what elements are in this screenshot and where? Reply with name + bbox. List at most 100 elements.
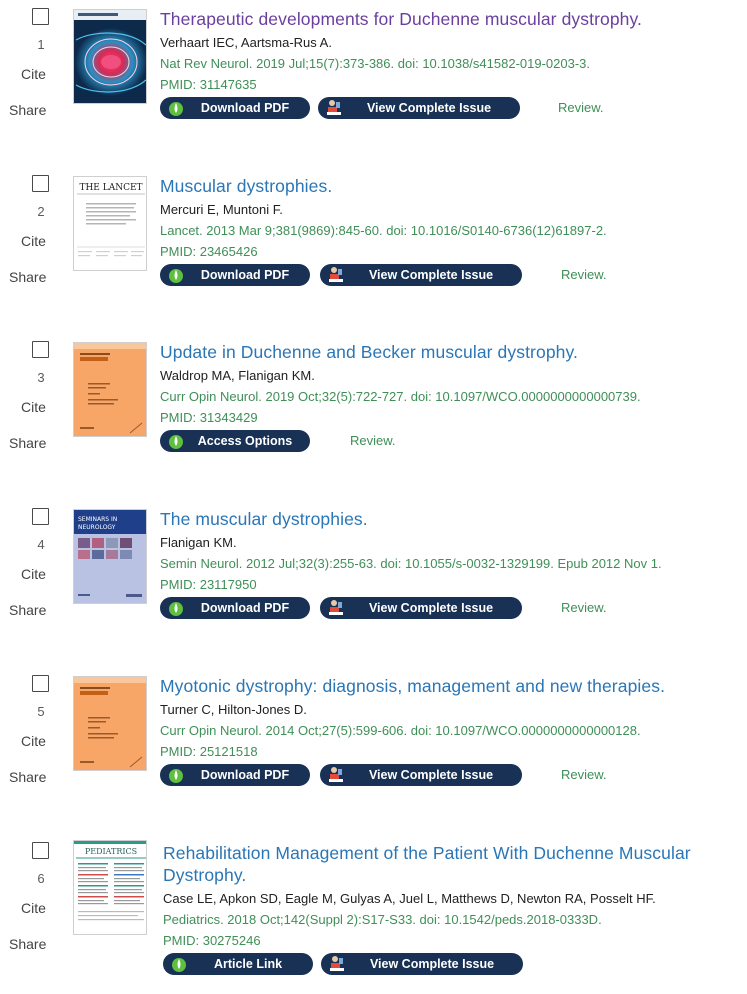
view-complete-issue-button[interactable]: View Complete Issue	[321, 953, 523, 975]
result-controls: 2 Cite Share	[0, 167, 60, 327]
result-actions: Article Link View Complete Issue	[163, 953, 747, 975]
select-result-checkbox[interactable]	[32, 341, 49, 358]
result-authors: Verhaart IEC, Aartsma-Rus A.	[160, 35, 332, 50]
cite-button[interactable]: Cite	[21, 66, 46, 83]
svg-text:SEMINARS IN: SEMINARS IN	[78, 516, 117, 523]
cite-button[interactable]: Cite	[21, 900, 46, 917]
result-controls: 4 Cite Share	[0, 500, 60, 660]
access-options-button[interactable]: Access Options	[160, 430, 310, 452]
download-pdf-button[interactable]: Download PDF	[160, 97, 310, 119]
select-result-checkbox[interactable]	[32, 8, 49, 25]
select-result-checkbox[interactable]	[32, 508, 49, 525]
button-label: Download PDF	[200, 601, 290, 615]
publication-type: Review.	[350, 433, 396, 448]
journal-cover-thumbnail[interactable]	[73, 676, 147, 771]
button-label: Download PDF	[200, 101, 290, 115]
search-results-list: 1 Cite Share Therapeutic developments fo…	[0, 0, 747, 991]
result-authors: Waldrop MA, Flanigan KM.	[160, 368, 315, 383]
share-button[interactable]: Share	[9, 435, 46, 452]
share-button[interactable]: Share	[9, 602, 46, 619]
result-pmid: PMID: 30275246	[163, 933, 261, 948]
result-pmid: PMID: 25121518	[160, 744, 258, 759]
title-line-2: Dystrophy.	[163, 865, 247, 885]
result-authors: Case LE, Apkon SD, Eagle M, Gulyas A, Ju…	[163, 891, 656, 906]
result-number: 5	[37, 704, 45, 719]
article-link-button[interactable]: Article Link	[163, 953, 313, 975]
result-authors: Mercuri E, Muntoni F.	[160, 202, 283, 217]
cite-button[interactable]: Cite	[21, 233, 46, 250]
share-button[interactable]: Share	[9, 102, 46, 119]
download-pdf-button[interactable]: Download PDF	[160, 597, 310, 619]
journal-cover-thumbnail[interactable]	[73, 342, 147, 437]
download-pdf-button[interactable]: Download PDF	[160, 264, 310, 286]
result-number: 4	[37, 537, 45, 552]
result-controls: 5 Cite Share	[0, 667, 60, 827]
button-label: View Complete Issue	[366, 101, 492, 115]
share-button[interactable]: Share	[9, 769, 46, 786]
seminars-neurology-cover-icon: SEMINARS IN NEUROLOGY	[74, 510, 146, 603]
result-pmid: PMID: 23117950	[160, 577, 257, 592]
button-label: Article Link	[213, 957, 283, 971]
result-content: Muscular dystrophies. Mercuri E, Muntoni…	[160, 175, 745, 286]
view-complete-issue-button[interactable]: View Complete Issue	[320, 264, 522, 286]
result-authors: Flanigan KM.	[160, 535, 237, 550]
download-pdf-button[interactable]: Download PDF	[160, 764, 310, 786]
result-title-link[interactable]: Update in Duchenne and Becker muscular d…	[160, 341, 745, 363]
result-title-link[interactable]: Therapeutic developments for Duchenne mu…	[160, 8, 745, 30]
result-content: The muscular dystrophies. Flanigan KM. S…	[160, 508, 745, 619]
button-label: View Complete Issue	[368, 601, 494, 615]
journal-cover-thumbnail[interactable]: PEDIATRICS	[73, 840, 147, 935]
result-actions: Download PDF View Complete Issue Review.	[160, 97, 745, 119]
result-number: 3	[37, 370, 45, 385]
result-title-link[interactable]: The muscular dystrophies.	[160, 508, 745, 530]
publication-type: Review.	[558, 100, 604, 115]
publication-type: Review.	[561, 600, 607, 615]
result-content: Rehabilitation Management of the Patient…	[163, 842, 747, 975]
svg-text:PEDIATRICS: PEDIATRICS	[85, 847, 137, 856]
result-citation: Curr Opin Neurol. 2019 Oct;32(5):722-727…	[160, 389, 641, 404]
result-actions: Download PDF View Complete Issue Review.	[160, 264, 745, 286]
cite-button[interactable]: Cite	[21, 733, 46, 750]
result-title-link[interactable]: Myotonic dystrophy: diagnosis, managemen…	[160, 675, 745, 697]
nature-reviews-cover-icon	[74, 10, 146, 103]
view-complete-issue-button[interactable]: View Complete Issue	[320, 764, 522, 786]
share-button[interactable]: Share	[9, 269, 46, 286]
result-citation: Nat Rev Neurol. 2019 Jul;15(7):373-386. …	[160, 56, 591, 71]
result-authors: Turner C, Hilton-Jones D.	[160, 702, 307, 717]
button-label: View Complete Issue	[368, 768, 494, 782]
share-button[interactable]: Share	[9, 936, 46, 953]
result-actions: Download PDF View Complete Issue Review.	[160, 597, 745, 619]
button-label: Access Options	[197, 434, 293, 448]
current-opinion-cover-icon	[74, 677, 146, 770]
publication-type: Review.	[561, 767, 607, 782]
cite-button[interactable]: Cite	[21, 399, 46, 416]
journal-cover-thumbnail[interactable]: THE LANCET	[73, 176, 147, 271]
result-citation: Pediatrics. 2018 Oct;142(Suppl 2):S17-S3…	[163, 912, 602, 927]
title-line-1: Rehabilitation Management of the Patient…	[163, 843, 691, 863]
result-controls: 3 Cite Share	[0, 333, 60, 493]
result-number: 2	[37, 204, 45, 219]
journal-cover-thumbnail[interactable]: SEMINARS IN NEUROLOGY	[73, 509, 147, 604]
svg-text:NEUROLOGY: NEUROLOGY	[78, 524, 116, 531]
result-pmid: PMID: 23465426	[160, 244, 258, 259]
result-number: 1	[37, 37, 45, 52]
result-title-link[interactable]: Muscular dystrophies.	[160, 175, 745, 197]
select-result-checkbox[interactable]	[32, 175, 49, 192]
result-actions: Access Options Review.	[160, 430, 745, 452]
result-controls: 1 Cite Share	[0, 0, 60, 160]
button-label: Download PDF	[200, 768, 290, 782]
select-result-checkbox[interactable]	[32, 842, 49, 859]
journal-cover-thumbnail[interactable]	[73, 9, 147, 104]
pediatrics-cover-icon: PEDIATRICS	[74, 841, 146, 934]
button-label: Download PDF	[200, 268, 290, 282]
result-title-link[interactable]: Rehabilitation Management of the Patient…	[163, 842, 747, 886]
result-content: Therapeutic developments for Duchenne mu…	[160, 8, 745, 119]
cite-button[interactable]: Cite	[21, 566, 46, 583]
button-label: View Complete Issue	[369, 957, 495, 971]
result-pmid: PMID: 31147635	[160, 77, 257, 92]
select-result-checkbox[interactable]	[32, 675, 49, 692]
result-citation: Lancet. 2013 Mar 9;381(9869):845-60. doi…	[160, 223, 607, 238]
view-complete-issue-button[interactable]: View Complete Issue	[318, 97, 520, 119]
result-content: Update in Duchenne and Becker muscular d…	[160, 341, 745, 452]
view-complete-issue-button[interactable]: View Complete Issue	[320, 597, 522, 619]
